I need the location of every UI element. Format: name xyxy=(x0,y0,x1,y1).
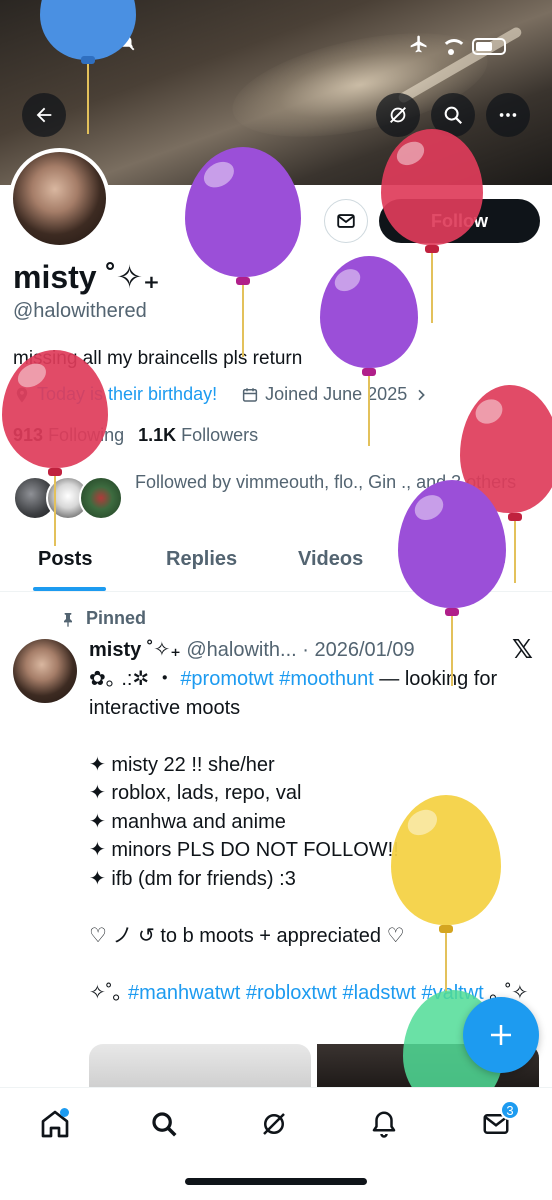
pinned-text: Pinned xyxy=(86,608,147,628)
joined-text: Joined June 2025 xyxy=(265,384,408,404)
following-link[interactable]: 913 Following xyxy=(13,425,124,446)
follower-avatar xyxy=(79,476,123,520)
followed-by[interactable]: Followed by vimmeouth, flo., Gin ., and … xyxy=(13,468,533,524)
bell-icon xyxy=(372,1111,396,1138)
follow-button[interactable]: Follow xyxy=(379,199,540,243)
profile-name: misty ˚✧₊ xyxy=(13,259,160,295)
post-author-name[interactable]: misty ˚✧₊ xyxy=(89,639,181,661)
grok-button[interactable] xyxy=(376,93,420,137)
profile-bio: missing all my braincells pls return xyxy=(13,348,303,369)
search-button[interactable] xyxy=(431,93,475,137)
post-line: ✦ roblox, lads, repo, val xyxy=(89,782,302,804)
x-logo-icon: 𝕏 xyxy=(512,634,533,664)
profile-avatar[interactable] xyxy=(9,148,110,249)
post-media-image[interactable] xyxy=(89,1044,311,1088)
post-date: · 2026/01/09 xyxy=(302,639,415,661)
airplane-icon xyxy=(408,34,430,59)
tab-posts[interactable]: Posts xyxy=(38,548,92,571)
following-count: 913 xyxy=(13,425,44,445)
followed-by-text: Followed by vimmeouth, flo., Gin ., and … xyxy=(135,472,517,492)
tab-replies[interactable]: Replies xyxy=(166,548,237,571)
post-header: misty ˚✧₊ @halowith... · 2026/01/09 xyxy=(89,637,415,662)
search-icon xyxy=(444,106,463,125)
birthday-balloon xyxy=(320,256,418,446)
chevron-right-icon[interactable] xyxy=(413,387,429,403)
pin-icon xyxy=(64,612,72,627)
follow-counts: 913 Following 1.1K Followers xyxy=(13,425,258,446)
birthday-text[interactable]: Today is their birthday! xyxy=(37,384,217,405)
followers-count: 1.1K xyxy=(138,425,177,445)
post-intro-hashtags[interactable]: #promotwt #moothunt xyxy=(180,668,373,690)
profile-handle: @halowithered xyxy=(13,300,147,322)
profile-tabs: Posts Replies Videos Photos xyxy=(0,538,552,592)
grok-icon xyxy=(263,1113,285,1135)
post-line: ✦ ifb (dm for friends) :3 xyxy=(89,867,296,890)
nav-notifications[interactable] xyxy=(362,1102,406,1146)
calendar-icon xyxy=(242,387,258,402)
more-button[interactable] xyxy=(486,93,530,137)
nav-search[interactable] xyxy=(142,1102,186,1146)
message-button[interactable] xyxy=(324,199,368,243)
nav-grok[interactable] xyxy=(252,1102,296,1146)
post-outro-hashtags[interactable]: #manhwatwt #robloxtwt #ladstwt #valtwt xyxy=(128,982,484,1004)
pinned-label: Pinned xyxy=(60,608,146,629)
wifi-icon xyxy=(440,38,467,55)
status-time: 7:01 xyxy=(64,32,109,57)
mail-icon xyxy=(337,214,355,228)
post-appreciated-line: ♡ ノ ↺ to b moots + appreciated ♡ xyxy=(89,924,405,947)
back-arrow-icon xyxy=(36,107,52,123)
post-intro-prefix: ✿｡ .:✲ ・ xyxy=(89,668,181,690)
nav-home[interactable] xyxy=(33,1102,77,1146)
plus-icon xyxy=(491,1025,511,1045)
grok-icon xyxy=(390,107,406,123)
home-indicator xyxy=(185,1178,367,1185)
location-icon xyxy=(16,387,28,402)
nav-messages[interactable]: 3 xyxy=(474,1100,520,1146)
compose-button[interactable] xyxy=(463,997,539,1073)
post-line: ✦ manhwa and anime xyxy=(89,810,286,833)
tab-photos[interactable]: Photos xyxy=(438,548,506,571)
messages-badge: 3 xyxy=(500,1100,520,1120)
status-indicators xyxy=(408,34,506,59)
more-icon xyxy=(499,113,517,117)
active-tab-indicator xyxy=(33,587,106,591)
post-outro-prefix: ✧˚｡ xyxy=(89,981,128,1004)
post-line: ✦ minors PLS DO NOT FOLLOW!! xyxy=(89,839,399,861)
post-line: ✦ misty 22 !! she/her xyxy=(89,753,275,776)
status-bar: 7:01 xyxy=(0,28,552,62)
post-avatar[interactable] xyxy=(13,639,77,703)
search-icon xyxy=(152,1112,177,1137)
back-button[interactable] xyxy=(22,93,66,137)
post-body[interactable]: ✿｡ .:✲ ・ #promotwt #moothunt — looking f… xyxy=(89,665,539,1007)
following-label: Following xyxy=(48,425,125,445)
followers-link[interactable]: 1.1K Followers xyxy=(138,425,258,446)
silent-bell-icon xyxy=(118,34,136,57)
post-author-handle: @halowith... xyxy=(186,639,297,661)
battery-icon xyxy=(472,38,506,55)
notification-dot xyxy=(60,1108,69,1117)
profile-meta: Today is their birthday! Joined June 202… xyxy=(13,384,429,405)
followers-label: Followers xyxy=(181,425,259,445)
tab-videos[interactable]: Videos xyxy=(298,548,363,571)
